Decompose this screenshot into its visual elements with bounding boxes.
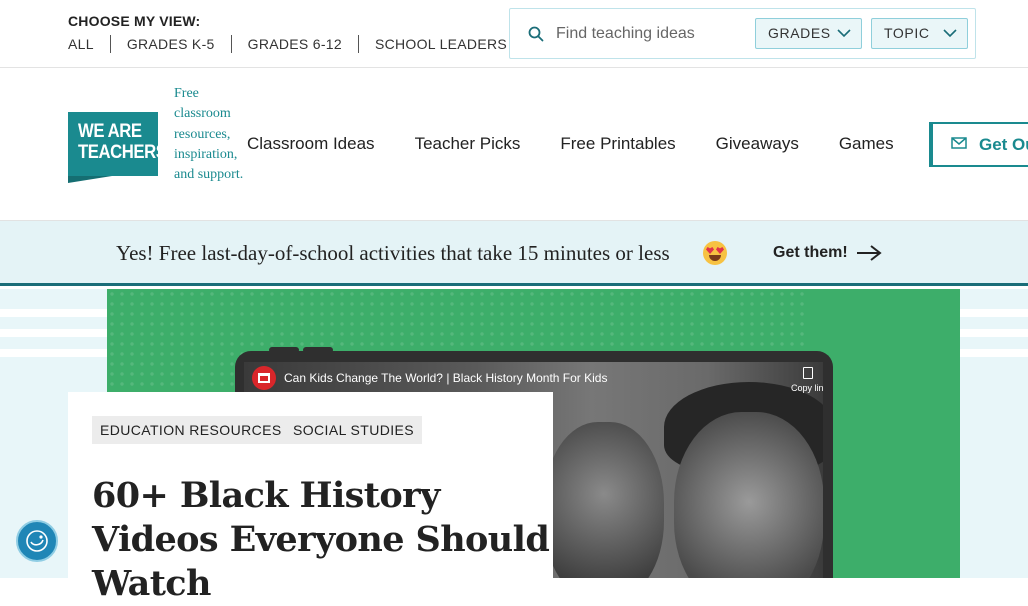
heart-eyes-emoji-icon xyxy=(703,241,727,265)
grades-select[interactable]: GRADES xyxy=(755,18,862,49)
accessibility-icon xyxy=(26,530,48,552)
tag-education-resources[interactable]: EDUCATION RESOURCES xyxy=(92,416,290,444)
search-input[interactable] xyxy=(556,17,752,51)
nav-teacher-picks[interactable]: Teacher Picks xyxy=(415,134,521,154)
emoji-eye xyxy=(706,247,714,254)
topic-select-label: TOPIC xyxy=(884,25,930,41)
accessibility-button[interactable] xyxy=(16,520,58,562)
logo-tail xyxy=(68,176,112,183)
search-box: GRADES TOPIC xyxy=(509,8,976,59)
newsletter-button-label: Get Ou xyxy=(979,135,1028,154)
video-title: Can Kids Change The World? | Black Histo… xyxy=(284,371,608,385)
choose-view-heading: CHOOSE MY VIEW: xyxy=(68,13,201,29)
topic-select[interactable]: TOPIC xyxy=(871,18,968,49)
nav-classroom-ideas[interactable]: Classroom Ideas xyxy=(247,134,375,154)
newsletter-button[interactable]: Get Ou xyxy=(929,122,1028,167)
chevron-down-icon xyxy=(943,29,957,38)
view-link-all[interactable]: ALL xyxy=(68,36,94,52)
photo-person xyxy=(674,412,823,578)
promo-banner: Yes! Free last-day-of-school activities … xyxy=(0,221,1028,286)
emoji-mouth xyxy=(709,255,721,261)
divider xyxy=(109,35,111,53)
logo-text-line1: WE ARE xyxy=(78,121,142,142)
tag-social-studies[interactable]: SOCIAL STUDIES xyxy=(285,416,422,444)
site-logo[interactable]: WE ARE TEACHERS xyxy=(68,112,167,176)
grades-select-label: GRADES xyxy=(768,25,831,41)
copy-link-label[interactable]: Copy link xyxy=(791,383,823,393)
divider xyxy=(357,35,359,53)
photo-person xyxy=(544,422,664,578)
book-icon xyxy=(258,373,270,383)
site-tagline: Free classroom resources, inspiration, a… xyxy=(174,86,244,183)
article-title: 60+ Black History Videos Everyone Should… xyxy=(92,475,550,604)
view-links: ALL GRADES K-5 GRADES 6-12 SCHOOL LEADER… xyxy=(68,35,507,53)
nav-giveaways[interactable]: Giveaways xyxy=(716,134,799,154)
search-icon[interactable] xyxy=(528,26,544,42)
main-nav: Classroom Ideas Teacher Picks Free Print… xyxy=(247,134,934,154)
view-link-grades-k5[interactable]: GRADES K-5 xyxy=(127,36,215,52)
channel-avatar-icon xyxy=(252,366,276,390)
emoji-eye xyxy=(716,247,724,254)
arrow-right-icon[interactable] xyxy=(856,245,882,261)
site-header: WE ARE TEACHERS Free classroom resources… xyxy=(0,68,1028,221)
view-link-school-leaders[interactable]: SCHOOL LEADERS xyxy=(375,36,507,52)
chevron-down-icon xyxy=(837,29,851,38)
mail-icon xyxy=(951,137,967,149)
top-bar: CHOOSE MY VIEW: ALL GRADES K-5 GRADES 6-… xyxy=(0,0,1028,68)
view-link-grades-6-12[interactable]: GRADES 6-12 xyxy=(248,36,342,52)
divider xyxy=(230,35,232,53)
nav-free-printables[interactable]: Free Printables xyxy=(560,134,675,154)
promo-text: Yes! Free last-day-of-school activities … xyxy=(116,241,670,265)
promo-cta-link[interactable]: Get them! xyxy=(773,244,848,262)
logo-text-line2: TEACHERS xyxy=(78,142,167,163)
article-card: EDUCATION RESOURCES SOCIAL STUDIES 60+ B… xyxy=(68,392,553,604)
nav-games[interactable]: Games xyxy=(839,134,894,154)
copy-icon[interactable] xyxy=(803,367,813,379)
